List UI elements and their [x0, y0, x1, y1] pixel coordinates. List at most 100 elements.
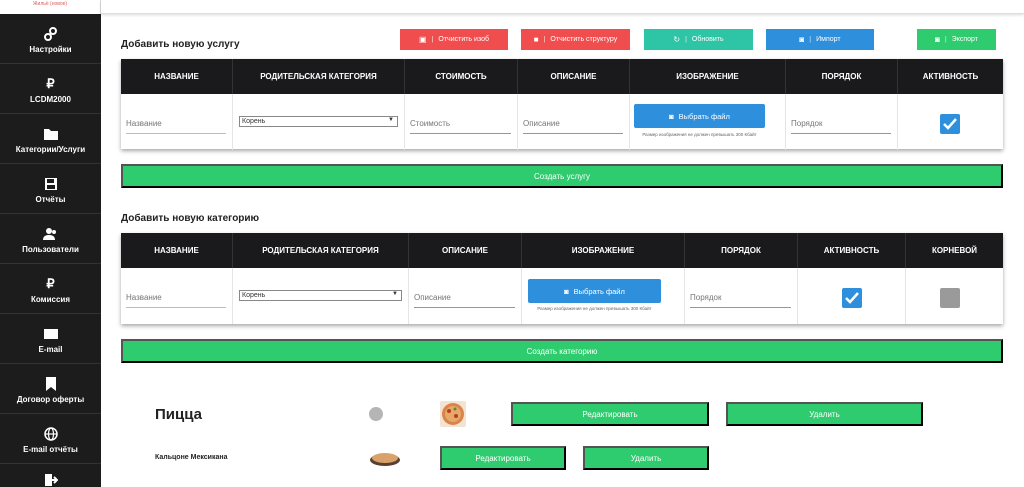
column-header: Родительская категория [233, 233, 409, 268]
logo[interactable]: Жильё (новое) [0, 0, 101, 14]
column-header: Описание [409, 233, 522, 268]
table-row: Корень ▼ ◙ Выбрать файл Размер изображени… [121, 94, 1003, 150]
export-label: Экспорт [951, 36, 978, 43]
column-header: Порядок [685, 233, 798, 268]
service-form-table: Название Родительская категория Стоимост… [121, 59, 1003, 150]
import-label: Импорт [816, 36, 841, 43]
export-button[interactable]: ◙ | Экспорт [917, 29, 996, 50]
sidebar-item-label: Договор оферты [16, 395, 85, 404]
create-category-button[interactable]: Создать категорию [121, 339, 1003, 363]
sidebar-item-label: E-mail [38, 345, 63, 354]
parent-category-dropdown[interactable]: Корень ▼ [239, 116, 398, 127]
floppy-disk-icon [0, 176, 101, 192]
product-name: Кальцоне Мексикана [155, 454, 228, 461]
active-cell [898, 94, 1003, 150]
choose-file-label: Выбрать файл [678, 111, 730, 121]
column-header: Название [121, 59, 233, 94]
sidebar-item-logout[interactable] [0, 464, 101, 487]
price-input[interactable] [410, 114, 511, 134]
calzone-thumbnail [369, 446, 402, 470]
service-section-title: Добавить новую услугу [121, 39, 240, 50]
create-service-button[interactable]: Создать услугу [121, 164, 1003, 188]
order-cell [786, 94, 898, 150]
trash-icon: ■ [533, 35, 539, 44]
sidebar-item-label: LCDM2000 [30, 95, 71, 104]
service-name-input[interactable] [126, 114, 226, 134]
parent-category-dropdown[interactable]: Корень ▼ [239, 290, 402, 301]
description-cell [409, 268, 522, 324]
clear-images-label: Отчистить изоб [438, 36, 489, 43]
column-header: Порядок [786, 59, 898, 94]
sidebar-item-settings[interactable]: Настройки [0, 14, 101, 64]
envelope-icon [0, 326, 101, 342]
parent-cell: Корень ▼ [233, 94, 405, 150]
column-header: Изображение [630, 59, 786, 94]
chevron-down-icon: ▼ [392, 291, 398, 297]
sidebar-item-label: E-mail отчёты [23, 445, 78, 454]
status-indicator [369, 407, 383, 421]
logo-text: Жильё (новое) [32, 1, 68, 7]
ruble-icon: ₽ [46, 276, 55, 291]
edit-button[interactable]: Редактировать [511, 402, 709, 426]
sidebar-item-label: Пользователи [22, 245, 79, 254]
order-input[interactable] [791, 114, 891, 134]
parent-category-value: Корень [242, 292, 266, 299]
import-button[interactable]: ◙ | Импорт [766, 29, 874, 50]
logout-icon [0, 472, 101, 487]
column-header: Стоимость [405, 59, 518, 94]
file-size-hint: Размер изображения не должен превышать 3… [537, 306, 652, 311]
active-checkbox[interactable] [842, 288, 862, 308]
root-cell [906, 268, 1003, 324]
table-header: Название Родительская категория Описание… [121, 233, 1003, 268]
refresh-button[interactable]: ↻ | Обновить [644, 29, 753, 50]
category-form-table: Название Родительская категория Описание… [121, 233, 1003, 324]
sidebar-item-categories[interactable]: Категории/Услуги [0, 114, 101, 164]
clear-structure-label: Отчистить структуру [550, 36, 618, 43]
sidebar-item-email[interactable]: E-mail [0, 314, 101, 364]
sidebar-item-offer-contract[interactable]: Договор оферты [0, 364, 101, 414]
clear-structure-button[interactable]: ■ | Отчистить структуру [521, 29, 630, 50]
clear-images-button[interactable]: ▣ | Отчистить изоб [400, 29, 508, 50]
choose-file-button[interactable]: ◙ Выбрать файл [528, 279, 661, 303]
delete-button[interactable]: Удалить [583, 446, 709, 470]
gears-icon [0, 26, 101, 42]
sidebar-item-email-reports[interactable]: E-mail отчёты [0, 414, 101, 464]
camera-icon: ◙ [799, 35, 805, 44]
sidebar-item-commission[interactable]: ₽ Комиссия [0, 264, 101, 314]
active-checkbox[interactable] [940, 114, 960, 134]
sidebar: Жильё (новое) Настройки ₽ LCDM2000 Катег… [0, 0, 101, 487]
refresh-label: Обновить [691, 36, 724, 43]
order-cell [685, 268, 798, 324]
column-header: Активность [922, 72, 979, 81]
camera-icon: ◙ [669, 111, 674, 121]
parent-cell: Корень ▼ [233, 268, 409, 324]
column-header: Изображение [522, 233, 685, 268]
checkmark-icon [845, 292, 859, 304]
pizza-thumbnail [440, 401, 466, 427]
order-input[interactable] [690, 288, 791, 308]
chevron-down-icon: ▼ [388, 117, 394, 123]
name-cell [121, 94, 233, 150]
sidebar-item-users[interactable]: Пользователи [0, 214, 101, 264]
image-cell: ◙ Выбрать файл Размер изображения не долж… [630, 94, 786, 150]
choose-file-label: Выбрать файл [573, 286, 625, 296]
sidebar-item-label: Комиссия [31, 295, 70, 304]
root-checkbox[interactable] [940, 288, 960, 308]
sidebar-item-reports[interactable]: Отчёты [0, 164, 101, 214]
table-row: Корень ▼ ◙ Выбрать файл Размер изображени… [121, 268, 1003, 324]
description-input[interactable] [414, 288, 515, 308]
edit-button[interactable]: Редактировать [440, 446, 566, 470]
category-name-input[interactable] [126, 288, 226, 308]
sidebar-item-label: Настройки [29, 45, 72, 54]
description-input[interactable] [523, 114, 623, 134]
camera-icon: ◙ [564, 286, 569, 296]
table-header: Название Родительская категория Стоимост… [121, 59, 1003, 94]
parent-category-value: Корень [242, 118, 266, 125]
column-header: Описание [518, 59, 630, 94]
column-header: Родительская категория [233, 59, 405, 94]
delete-button[interactable]: Удалить [726, 402, 923, 426]
choose-file-button[interactable]: ◙ Выбрать файл [634, 104, 765, 128]
ruble-icon: ₽ [46, 76, 55, 91]
sidebar-item-label: Категории/Услуги [15, 145, 86, 154]
sidebar-item-lcdm2000[interactable]: ₽ LCDM2000 [0, 64, 101, 114]
